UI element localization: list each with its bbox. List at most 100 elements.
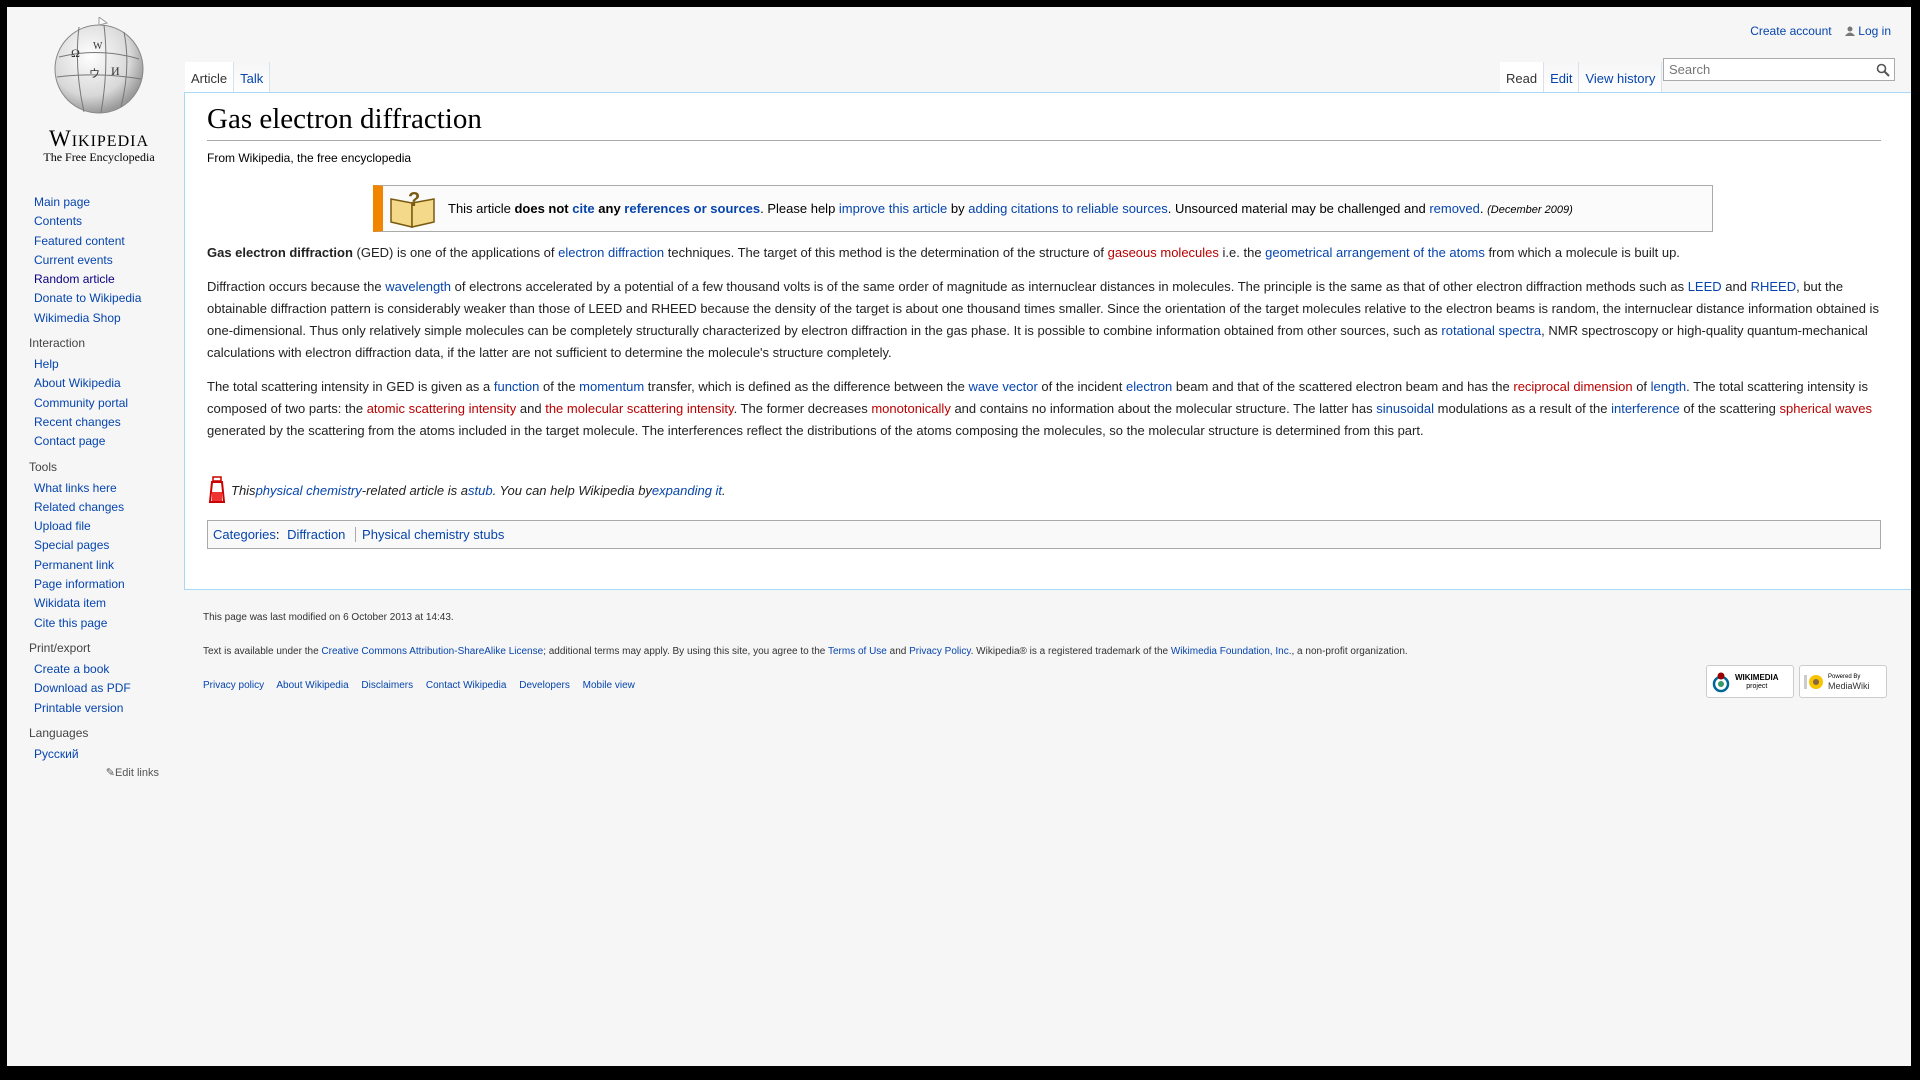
link-physical-chemistry[interactable]: physical chemistry	[256, 483, 362, 498]
link-reciprocal-dimension[interactable]: reciprocal dimension	[1513, 379, 1632, 394]
link-molecular-scattering-intensity[interactable]: the molecular scattering intensity	[545, 401, 733, 416]
adding-citations-link[interactable]: adding citations to reliable sources	[968, 201, 1167, 216]
improve-article-link[interactable]: improve this article	[839, 201, 947, 216]
tab-talk[interactable]: Talk	[234, 62, 271, 93]
wikimedia-project-badge[interactable]: WIKIMEDIA project	[1706, 665, 1794, 698]
login-link[interactable]: Log in	[1844, 24, 1891, 38]
sidebar-item-current-events[interactable]: Current events	[34, 251, 185, 270]
content-area: Gas electron diffraction From Wikipedia,…	[184, 92, 1911, 590]
cite-link[interactable]: cite	[572, 201, 594, 216]
tab-article[interactable]: Article	[185, 62, 235, 93]
svg-text:Ω: Ω	[71, 46, 80, 60]
footer-contact-wikipedia[interactable]: Contact Wikipedia	[426, 680, 507, 691]
tools-portal: Tools What links here Related changes Up…	[7, 460, 185, 633]
paragraph-2: Diffraction occurs because the wavelengt…	[207, 279, 1879, 360]
category-diffraction[interactable]: Diffraction	[287, 527, 345, 542]
sidebar-item-wikidata-item[interactable]: Wikidata item	[34, 594, 185, 613]
link-rotational-spectra[interactable]: rotational spectra	[1441, 323, 1541, 338]
wikipedia-logo[interactable]: Ω W И ウ Wikipedia The Free Encyclopedia	[29, 16, 169, 165]
link-electron[interactable]: electron	[1126, 379, 1172, 394]
sidebar: Main page Contents Featured content Curr…	[7, 193, 185, 787]
link-geometrical-arrangement[interactable]: geometrical arrangement of the atoms	[1265, 245, 1485, 260]
link-wavelength[interactable]: wavelength	[385, 279, 451, 294]
link-privacy-policy[interactable]: Privacy Policy	[909, 646, 971, 657]
link-atomic-scattering-intensity[interactable]: atomic scattering intensity	[367, 401, 517, 416]
languages-heading: Languages	[29, 725, 89, 740]
browser-page: Ω W И ウ Wikipedia The Free Encyclopedia …	[7, 7, 1911, 1066]
notice-date: (December 2009)	[1487, 204, 1573, 216]
personal-tools: Create account Log in	[1740, 24, 1891, 38]
link-stub[interactable]: stub	[468, 483, 493, 498]
categories-label[interactable]: Categories	[213, 527, 276, 542]
languages-portal: Languages Русский ✎Edit links	[7, 726, 185, 779]
pencil-icon: ✎	[105, 767, 115, 780]
sidebar-item-special-pages[interactable]: Special pages	[34, 536, 185, 555]
link-wikimedia-foundation[interactable]: Wikimedia Foundation, Inc.	[1171, 646, 1292, 657]
interaction-heading: Interaction	[29, 336, 86, 351]
svg-text:?: ?	[408, 189, 420, 211]
tab-read[interactable]: Read	[1500, 62, 1545, 93]
link-spherical-waves[interactable]: spherical waves	[1779, 401, 1872, 416]
svg-text:ウ: ウ	[89, 67, 100, 80]
sidebar-item-page-information[interactable]: Page information	[34, 575, 185, 594]
link-wave-vector[interactable]: wave vector	[968, 379, 1037, 394]
sidebar-item-featured-content[interactable]: Featured content	[34, 232, 185, 251]
tab-view-history[interactable]: View history	[1579, 62, 1663, 93]
sidebar-item-cite-this-page[interactable]: Cite this page	[34, 614, 185, 633]
link-electron-diffraction[interactable]: electron diffraction	[558, 245, 664, 260]
svg-text:И: И	[111, 64, 120, 78]
stub-notice: This physical chemistry -related article …	[207, 476, 1881, 504]
link-function[interactable]: function	[494, 379, 540, 394]
search-input[interactable]	[1664, 59, 1864, 80]
link-length[interactable]: length	[1651, 379, 1686, 394]
link-leed[interactable]: LEED	[1688, 279, 1722, 294]
sidebar-item-main-page[interactable]: Main page	[34, 193, 185, 212]
link-sinusoidal[interactable]: sinusoidal	[1376, 401, 1434, 416]
sidebar-item-upload-file[interactable]: Upload file	[34, 517, 185, 536]
mediawiki-sunflower-icon	[1804, 674, 1823, 689]
category-physical-chemistry-stubs[interactable]: Physical chemistry stubs	[362, 527, 504, 542]
link-rheed[interactable]: RHEED	[1751, 279, 1797, 294]
print-portal: Print/export Create a book Download as P…	[7, 641, 185, 718]
link-monotonically[interactable]: monotonically	[871, 401, 951, 416]
footer: This page was last modified on 6 October…	[203, 612, 1891, 691]
sidebar-item-wikimedia-shop[interactable]: Wikimedia Shop	[34, 309, 185, 328]
sidebar-item-help[interactable]: Help	[34, 355, 185, 374]
category-links: Categories: Diffraction Physical chemist…	[207, 520, 1881, 549]
sidebar-item-language-russian[interactable]: Русский	[34, 745, 185, 764]
sidebar-item-random-article[interactable]: Random article	[34, 270, 185, 289]
footer-developers[interactable]: Developers	[519, 680, 570, 691]
sidebar-item-related-changes[interactable]: Related changes	[34, 498, 185, 517]
link-momentum[interactable]: momentum	[579, 379, 644, 394]
footer-mobile-view[interactable]: Mobile view	[583, 680, 635, 691]
sidebar-item-donate[interactable]: Donate to Wikipedia	[34, 289, 185, 308]
tab-edit[interactable]: Edit	[1544, 62, 1580, 93]
powered-by-mediawiki-badge[interactable]: Powered By MediaWiki	[1799, 665, 1887, 698]
flask-icon	[208, 476, 226, 503]
sidebar-item-permanent-link[interactable]: Permanent link	[34, 556, 185, 575]
sidebar-item-about[interactable]: About Wikipedia	[34, 374, 185, 393]
link-terms-of-use[interactable]: Terms of Use	[828, 646, 887, 657]
sidebar-item-create-book[interactable]: Create a book	[34, 660, 185, 679]
edit-links[interactable]: ✎Edit links	[7, 766, 185, 779]
question-book-icon: ?	[390, 189, 435, 228]
sidebar-item-contact-page[interactable]: Contact page	[34, 432, 185, 451]
create-account-link[interactable]: Create account	[1750, 24, 1831, 38]
sidebar-item-what-links-here[interactable]: What links here	[34, 479, 185, 498]
link-gaseous-molecules[interactable]: gaseous molecules	[1108, 245, 1219, 260]
search-icon[interactable]	[1876, 63, 1890, 77]
license-text: Text is available under the Creative Com…	[203, 646, 1408, 657]
footer-disclaimers[interactable]: Disclaimers	[361, 680, 413, 691]
removed-link[interactable]: removed	[1429, 201, 1480, 216]
link-cc-license[interactable]: Creative Commons Attribution-ShareAlike …	[321, 646, 543, 657]
link-expanding-it[interactable]: expanding it	[652, 483, 722, 498]
link-interference[interactable]: interference	[1611, 401, 1680, 416]
sidebar-item-download-pdf[interactable]: Download as PDF	[34, 679, 185, 698]
footer-about-wikipedia[interactable]: About Wikipedia	[276, 680, 348, 691]
footer-privacy-policy[interactable]: Privacy policy	[203, 680, 264, 691]
sidebar-item-contents[interactable]: Contents	[34, 212, 185, 231]
sidebar-item-recent-changes[interactable]: Recent changes	[34, 413, 185, 432]
sidebar-item-printable-version[interactable]: Printable version	[34, 699, 185, 718]
sidebar-item-community-portal[interactable]: Community portal	[34, 394, 185, 413]
references-link[interactable]: references or sources	[624, 201, 760, 216]
